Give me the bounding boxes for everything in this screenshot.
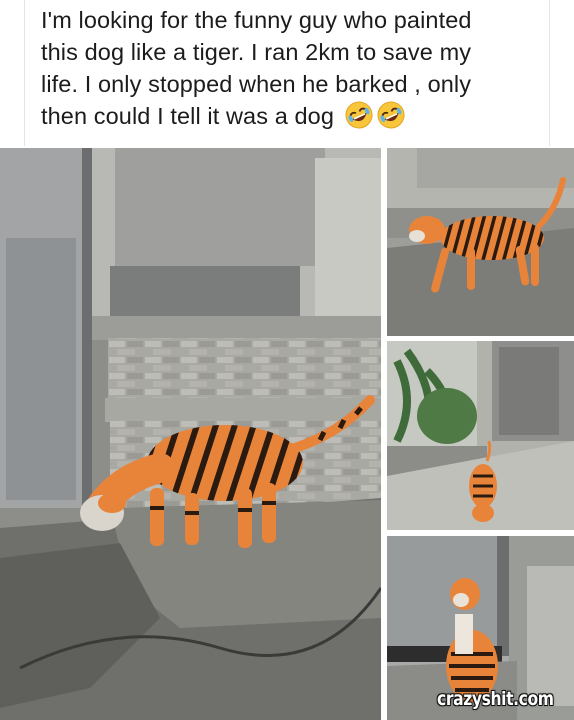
tiger-painted-dog-in-alley-photo [387, 341, 574, 530]
caption-box: I'm looking for the funny guy who painte… [24, 0, 550, 146]
caption-line-2: this dog like a tiger. I ran 2km to save… [41, 39, 472, 65]
rolling-on-floor-laughing-icon [345, 101, 373, 129]
caption-line-3: life. I only stopped when he barked , on… [41, 71, 472, 97]
watermark: crazyshit.com [437, 688, 554, 710]
tiger-painted-dog-on-steps-photo [0, 148, 381, 720]
caption-line-4: then could I tell it was a dog [41, 103, 335, 129]
rolling-on-floor-laughing-icon [377, 101, 405, 129]
tiger-painted-dog-walking-photo [387, 148, 574, 336]
caption-line-1: I'm looking for the funny guy who painte… [41, 7, 472, 33]
caption-text: I'm looking for the funny guy who painte… [41, 4, 549, 132]
